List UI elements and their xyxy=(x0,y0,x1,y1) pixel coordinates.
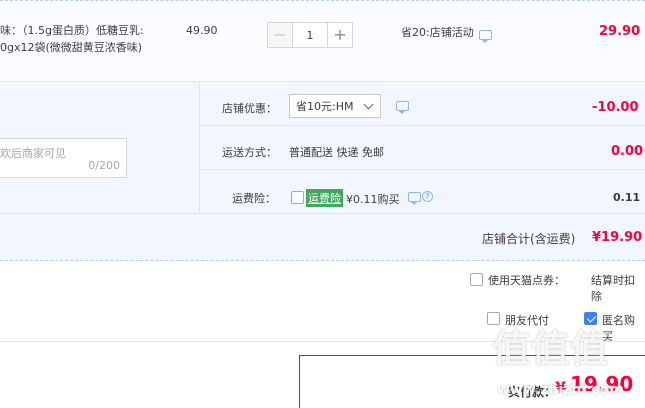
divider xyxy=(200,125,645,126)
divider xyxy=(199,82,200,213)
watermark-url: www.zhizhi.com xyxy=(497,382,624,398)
shipping-label: 运送方式： xyxy=(222,146,277,159)
product-desc-line2: 0gx12袋(微微甜黄豆浓香味) xyxy=(0,41,143,54)
quantity-stepper: − 1 + xyxy=(267,22,353,48)
chat-icon[interactable] xyxy=(396,101,409,114)
discount-amount: -10.00 xyxy=(592,100,639,115)
shop-total-label: 店铺合计(含运费) xyxy=(482,232,576,246)
discount-selected-option: 省10元:HM xyxy=(296,100,354,113)
shop-total-amount: ¥19.90 xyxy=(592,230,643,245)
tmall-points-checkbox[interactable] xyxy=(470,273,483,286)
divider xyxy=(200,169,645,170)
product-desc-line1: 味：（1.5g蛋白质）低糖豆乳: xyxy=(0,24,144,37)
quantity-input[interactable]: 1 xyxy=(293,22,327,48)
unit-price: 49.90 xyxy=(186,24,218,37)
promo-text: 省20:店铺活动 xyxy=(401,26,474,39)
item-subtotal: 29.90 xyxy=(599,24,641,39)
shipping-amount: 0.00 xyxy=(611,144,644,159)
memo-char-count: 0/200 xyxy=(88,159,120,172)
insurance-amount: 0.11 xyxy=(613,191,641,204)
insurance-price-text: ¥0.11购买 xyxy=(346,193,400,206)
tmall-points-value: 结算时扣除 xyxy=(591,274,635,303)
insurance-badge[interactable]: 运费险 xyxy=(306,189,343,207)
quantity-minus-button[interactable]: − xyxy=(267,22,293,48)
tmall-points-label: 使用天猫点券： xyxy=(488,274,565,287)
memo-placeholder: 欢后商家可见 xyxy=(0,147,66,160)
discount-select[interactable]: 省10元:HM xyxy=(289,94,381,118)
insurance-label: 运费险： xyxy=(232,192,276,205)
chat-icon[interactable] xyxy=(408,192,421,205)
watermark-logo: 值值值 xyxy=(492,327,610,371)
insurance-checkbox[interactable] xyxy=(291,191,304,204)
chat-icon[interactable] xyxy=(479,30,492,43)
buyer-memo-textarea[interactable]: 欢后商家可见 0/200 xyxy=(0,138,127,178)
product-description[interactable]: 味：（1.5g蛋白质）低糖豆乳: 0gx12袋(微微甜黄豆浓香味) xyxy=(0,22,170,56)
chevron-down-icon xyxy=(363,99,374,110)
help-icon[interactable]: ? xyxy=(422,191,433,202)
quantity-plus-button[interactable]: + xyxy=(327,22,353,48)
discount-label: 店铺优惠： xyxy=(222,102,277,115)
shipping-method: 普通配送 快递 免邮 xyxy=(289,146,384,159)
